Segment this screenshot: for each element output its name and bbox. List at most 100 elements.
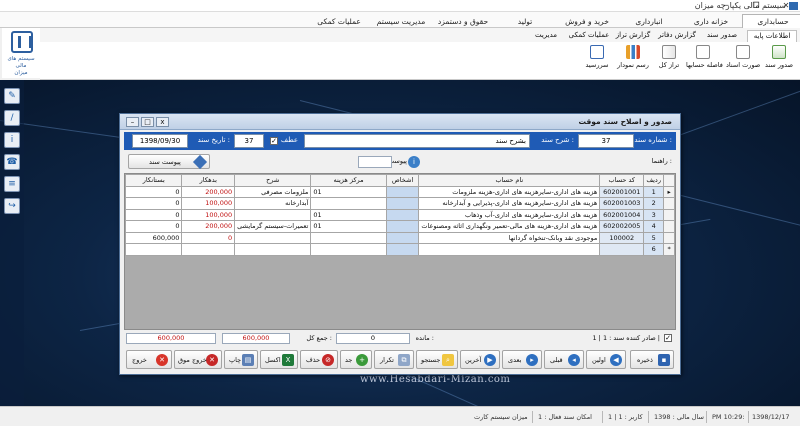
tab-aux-ops[interactable]: عملیات کمکی xyxy=(566,30,612,42)
add-icon: + xyxy=(356,354,368,366)
restore-button[interactable]: ❐ xyxy=(748,1,764,11)
menu-accounting[interactable]: حسابداری xyxy=(742,14,800,28)
doc-number-field[interactable]: 37 xyxy=(578,134,634,148)
new-button[interactable]: + جد xyxy=(340,350,372,369)
temp-exit-button[interactable]: ✕ خروج موق xyxy=(174,350,222,369)
status-system: میزان سیستم کارت xyxy=(474,413,528,421)
ribbon-tabs: اطلاعات پایه صدور سند گزارش دفاتر گزارش … xyxy=(40,28,800,42)
repeat-button[interactable]: ⧉ تکرار xyxy=(374,350,414,369)
menu-sales[interactable]: خرید و فروش xyxy=(556,14,618,28)
menu-tools[interactable]: عملیات کمکی xyxy=(308,14,370,28)
info-icon[interactable]: i xyxy=(4,132,20,148)
voucher-header: شماره سند : 37 شرح سند : بشرح سند عطف ✓ … xyxy=(124,132,676,150)
grid-header-row: ردیف کد حساب نام حساب اشخاص مرکز هزینه ش… xyxy=(125,174,675,187)
attach-count-field[interactable] xyxy=(358,156,392,168)
table-row[interactable]: 2 602001003 هزینه های اداری-سایرهزینه ها… xyxy=(125,197,675,210)
col-credit: بستانکار xyxy=(125,174,183,187)
notes-icon[interactable]: ≡ xyxy=(4,176,20,192)
exit-button[interactable]: ✕ خروج xyxy=(126,350,172,369)
tab-management[interactable]: مدیریت xyxy=(528,30,564,42)
dialog-title: صدور و اصلاح سند موقت xyxy=(578,117,672,126)
status-fiscal-year: سال مالی : 1398 xyxy=(654,413,704,421)
issue-doc-button[interactable]: صدور سند xyxy=(762,45,796,77)
prev-button[interactable]: ◂ قبلی xyxy=(544,350,584,369)
doc-date-field[interactable]: 1398/09/30 xyxy=(132,134,188,148)
tab-trial-balance[interactable]: گزارش تراز xyxy=(612,30,654,42)
calendar-icon xyxy=(590,45,604,59)
save-button[interactable]: ▪ ذخیره xyxy=(630,350,674,369)
issuer-checkbox[interactable]: ✓ xyxy=(664,334,672,342)
doc-list-button[interactable]: صورت اسناد xyxy=(726,45,760,77)
atf-field[interactable]: 37 xyxy=(234,134,264,148)
dialog-title-bar: صدور و اصلاح سند موقت – □ x xyxy=(120,114,680,130)
report-icon xyxy=(696,45,710,59)
table-row[interactable]: ▸ 1 602001001 هزینه های اداری-سایرهزینه … xyxy=(125,185,675,198)
col-description: شرح xyxy=(234,174,312,187)
delete-button[interactable]: ⊘ حذف xyxy=(300,350,338,369)
table-row[interactable]: 5 100002 موجودی نقد وبانک-تنخواه گردانها… xyxy=(125,231,675,244)
account-gap-button[interactable]: فاصله حسابها xyxy=(686,45,723,77)
table-row[interactable]: 3 602001004 هزینه های اداری-سایرهزینه ها… xyxy=(125,208,675,221)
desc-label: شرح سند : xyxy=(541,136,574,144)
doc-number-label: شماره سند : xyxy=(634,136,672,144)
doc-desc-field[interactable]: بشرح سند xyxy=(304,134,530,148)
print-button[interactable]: ▤ چاپ xyxy=(224,350,258,369)
col-persons: اشخاص xyxy=(385,174,420,187)
draw-chart-button[interactable]: رسم نمودار xyxy=(616,45,650,77)
copy-icon: ⧉ xyxy=(398,354,410,366)
search-button[interactable]: ⌕ جستجو xyxy=(416,350,458,369)
atf-label: عطف xyxy=(280,136,298,144)
table-row[interactable]: 4 602002005 هزینه های اداری-هزینه های ما… xyxy=(125,220,675,233)
dialog-minimize-button[interactable]: – xyxy=(126,117,139,127)
website-watermark: www.Hesabdari-Mizan.com xyxy=(360,374,511,385)
ledger-icon xyxy=(662,45,676,59)
trial-balance-button[interactable]: تراز کل xyxy=(652,45,686,77)
first-button[interactable]: ◀ اولین xyxy=(586,350,626,369)
guide-row: راهنما : از پیوست i پیوست سند xyxy=(124,154,676,170)
edit-icon[interactable]: ✎ xyxy=(4,88,20,104)
dialog-close-button[interactable]: x xyxy=(156,117,169,127)
voucher-dialog: صدور و اصلاح سند موقت – □ x شماره سند : … xyxy=(119,113,681,375)
minimize-button[interactable]: ─ xyxy=(718,1,734,11)
issuer-label: صادر کننده سند : 1 | 1 | xyxy=(592,334,660,342)
last-button[interactable]: ▶ آخرین xyxy=(460,350,500,369)
tab-issue-doc[interactable]: صدور سند xyxy=(700,30,744,42)
table-row-new[interactable]: * 6 xyxy=(125,243,675,256)
logo-mark xyxy=(11,31,33,53)
tab-base-info[interactable]: اطلاعات پایه xyxy=(747,30,797,42)
next-button[interactable]: ▸ بعدی xyxy=(502,350,542,369)
next-icon: ▸ xyxy=(526,354,538,366)
floppy-icon: ▪ xyxy=(658,354,670,366)
status-date: 1398/12/17 xyxy=(752,413,790,421)
excel-icon: X xyxy=(282,354,294,366)
attach-doc-button[interactable]: پیوست سند xyxy=(128,154,210,170)
prev-icon: ◂ xyxy=(568,354,580,366)
app-title: سیستم مالی یکپارچه میزان xyxy=(694,1,786,10)
dialog-maximize-button[interactable]: □ xyxy=(141,117,154,127)
menu-warehouse[interactable]: انبارداری xyxy=(618,14,680,28)
status-time: PM 10:29: xyxy=(712,413,745,421)
bar-chart-icon xyxy=(626,45,640,59)
info-icon[interactable]: i xyxy=(408,156,420,168)
search-icon: ⌕ xyxy=(442,354,454,366)
menu-production[interactable]: تولید xyxy=(494,14,556,28)
action-buttons: ▪ ذخیره ◀ اولین ◂ قبلی ▸ بعدی ▶ آخرین ⌕ … xyxy=(124,350,676,370)
atf-checkbox[interactable]: ✓ xyxy=(270,137,278,145)
exit-icon: ✕ xyxy=(156,354,168,366)
totals-row: ✓ صادر کننده سند : 1 | 1 | مانده : 0 جمع… xyxy=(124,333,676,345)
tab-ledgers[interactable]: گزارش دفاتر xyxy=(654,30,700,42)
excel-button[interactable]: X اکسل xyxy=(260,350,298,369)
sum-label: جمع کل : xyxy=(306,334,332,342)
date-label: تاریخ سند : xyxy=(197,136,230,144)
logout-icon[interactable]: ↪ xyxy=(4,198,20,214)
pen-icon[interactable]: / xyxy=(4,110,20,126)
menu-system[interactable]: مدیریت سیستم xyxy=(370,14,432,28)
menu-treasury[interactable]: خزانه داری xyxy=(680,14,742,28)
menu-payroll[interactable]: حقوق و دستمزد xyxy=(432,14,494,28)
col-account-name: نام حساب xyxy=(418,174,601,187)
close-button[interactable]: ✕ xyxy=(778,1,794,11)
title-bar: سیستم مالی یکپارچه میزان ─ ❐ ✕ xyxy=(0,0,800,12)
phone-icon[interactable]: ☎ xyxy=(4,154,20,170)
due-date-button[interactable]: سررسید xyxy=(580,45,614,77)
voucher-grid: ردیف کد حساب نام حساب اشخاص مرکز هزینه ش… xyxy=(124,173,676,330)
